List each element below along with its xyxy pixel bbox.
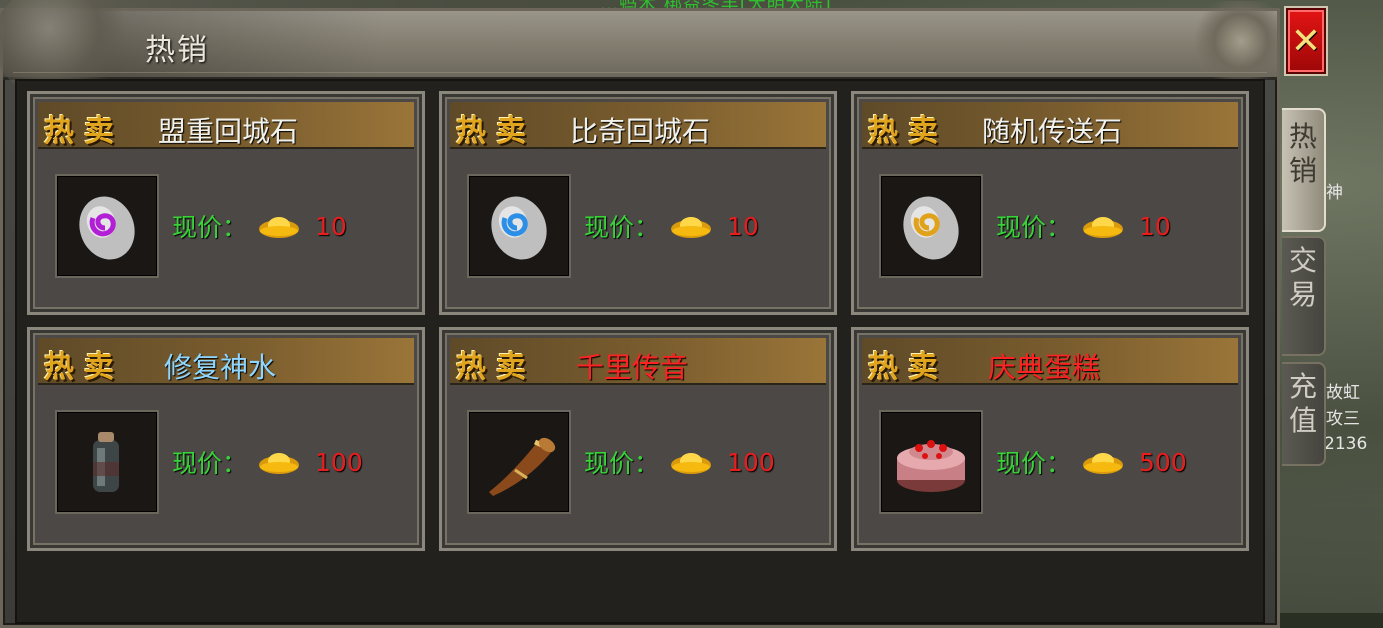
gold-ingot-icon xyxy=(259,217,300,238)
hot-sale-badge: 热卖 xyxy=(456,114,536,149)
panel-header[interactable]: 热销 xyxy=(0,0,1277,101)
shop-item-card[interactable]: 热卖 随机传送石 现价： 10 xyxy=(851,91,1249,315)
hot-sale-badge: 热卖 xyxy=(868,114,948,149)
world-side-text: 攻三 xyxy=(1326,409,1360,429)
price-label: 现价： xyxy=(172,449,248,478)
item-header: 热卖 盟重回城石 xyxy=(38,102,414,149)
gold-ingot-icon xyxy=(1083,453,1124,474)
hot-sale-badge: 热卖 xyxy=(456,350,536,385)
price-row: 现价： 500 xyxy=(996,444,1187,480)
item-icon-slot[interactable] xyxy=(879,174,983,278)
price-value: 500 xyxy=(1139,447,1187,477)
item-header: 热卖 随机传送石 xyxy=(862,102,1238,149)
tab-label: 热 xyxy=(1288,120,1317,153)
price-row: 现价： 100 xyxy=(172,444,363,480)
price-label: 现价： xyxy=(996,213,1072,242)
shop-item-card[interactable]: 热卖 盟重回城石 现价： 10 xyxy=(27,91,425,315)
price-value: 100 xyxy=(727,447,775,477)
hot-sale-badge: 热卖 xyxy=(44,350,124,385)
repair-potion-icon xyxy=(93,432,119,492)
price-row: 现价： 10 xyxy=(172,208,347,244)
close-button[interactable]: ✕ xyxy=(1286,8,1326,74)
item-header: 热卖 修复神水 xyxy=(38,338,414,385)
cake-icon xyxy=(897,440,965,492)
return-stone-blue-icon xyxy=(491,196,547,260)
gold-ingot-icon xyxy=(259,453,300,474)
tab-hot-sale[interactable]: 热 销 xyxy=(1282,108,1326,232)
panel-title: 热销 xyxy=(145,33,209,68)
shop-item-card[interactable]: 热卖 比奇回城石 现价： 10 xyxy=(439,91,837,315)
items-grid: 热卖 盟重回城石 现价： 10 热卖 比奇回城石 现价： 10 热卖 随机传送石… xyxy=(15,79,1265,624)
horn-icon xyxy=(489,437,556,496)
price-label: 现价： xyxy=(996,449,1072,478)
close-icon: ✕ xyxy=(1290,20,1322,62)
gold-ingot-icon xyxy=(1083,217,1124,238)
shop-item-card[interactable]: 热卖 庆典蛋糕 现价： 500 xyxy=(851,327,1249,551)
item-name: 庆典蛋糕 xyxy=(988,351,1101,384)
price-label: 现价： xyxy=(584,449,660,478)
shop-panel: 热销 热卖 盟重回城石 现价： 10 热卖 比奇回城石 现价： 10 热卖 随机… xyxy=(0,0,1280,628)
item-icon-slot[interactable] xyxy=(55,410,159,514)
item-name: 盟重回城石 xyxy=(158,115,299,148)
tab-label: 充 xyxy=(1288,370,1317,403)
gold-ingot-icon xyxy=(671,453,712,474)
price-value: 10 xyxy=(315,211,347,241)
item-header: 热卖 庆典蛋糕 xyxy=(862,338,1238,385)
price-label: 现价： xyxy=(584,213,660,242)
tab-label: 易 xyxy=(1288,278,1317,311)
world-side-text: 故虹 xyxy=(1326,383,1360,403)
tab-trade[interactable]: 交 易 xyxy=(1282,236,1326,356)
corner-ornament-icon xyxy=(1187,1,1277,81)
item-icon-slot[interactable] xyxy=(879,410,983,514)
world-side-text: 神 xyxy=(1326,183,1343,203)
item-name: 千里传音 xyxy=(576,351,689,384)
item-header: 热卖 比奇回城石 xyxy=(450,102,826,149)
tab-label: 交 xyxy=(1288,244,1317,277)
item-header: 热卖 千里传音 xyxy=(450,338,826,385)
item-name: 修复神水 xyxy=(164,351,277,384)
price-value: 100 xyxy=(315,447,363,477)
price-row: 现价： 10 xyxy=(996,208,1171,244)
return-stone-gold-icon xyxy=(903,196,959,260)
price-value: 10 xyxy=(727,211,759,241)
tab-label: 值 xyxy=(1288,404,1317,437)
world-side-text: 2136 xyxy=(1324,434,1368,454)
item-icon-slot[interactable] xyxy=(55,174,159,278)
tab-recharge[interactable]: 充 值 xyxy=(1282,362,1326,466)
shop-item-card[interactable]: 热卖 千里传音 现价： 100 xyxy=(439,327,837,551)
price-label: 现价： xyxy=(172,213,248,242)
price-value: 10 xyxy=(1139,211,1171,241)
price-row: 现价： 10 xyxy=(584,208,759,244)
item-name: 随机传送石 xyxy=(982,115,1123,148)
item-name: 比奇回城石 xyxy=(570,115,711,148)
hot-sale-badge: 热卖 xyxy=(868,350,948,385)
item-icon-slot[interactable] xyxy=(467,174,571,278)
tab-label: 销 xyxy=(1288,154,1317,187)
return-stone-purple-icon xyxy=(79,196,135,260)
gold-ingot-icon xyxy=(671,217,712,238)
shop-item-card[interactable]: 热卖 修复神水 现价： 100 xyxy=(27,327,425,551)
price-row: 现价： 100 xyxy=(584,444,775,480)
hot-sale-badge: 热卖 xyxy=(44,114,124,149)
item-icon-slot[interactable] xyxy=(467,410,571,514)
